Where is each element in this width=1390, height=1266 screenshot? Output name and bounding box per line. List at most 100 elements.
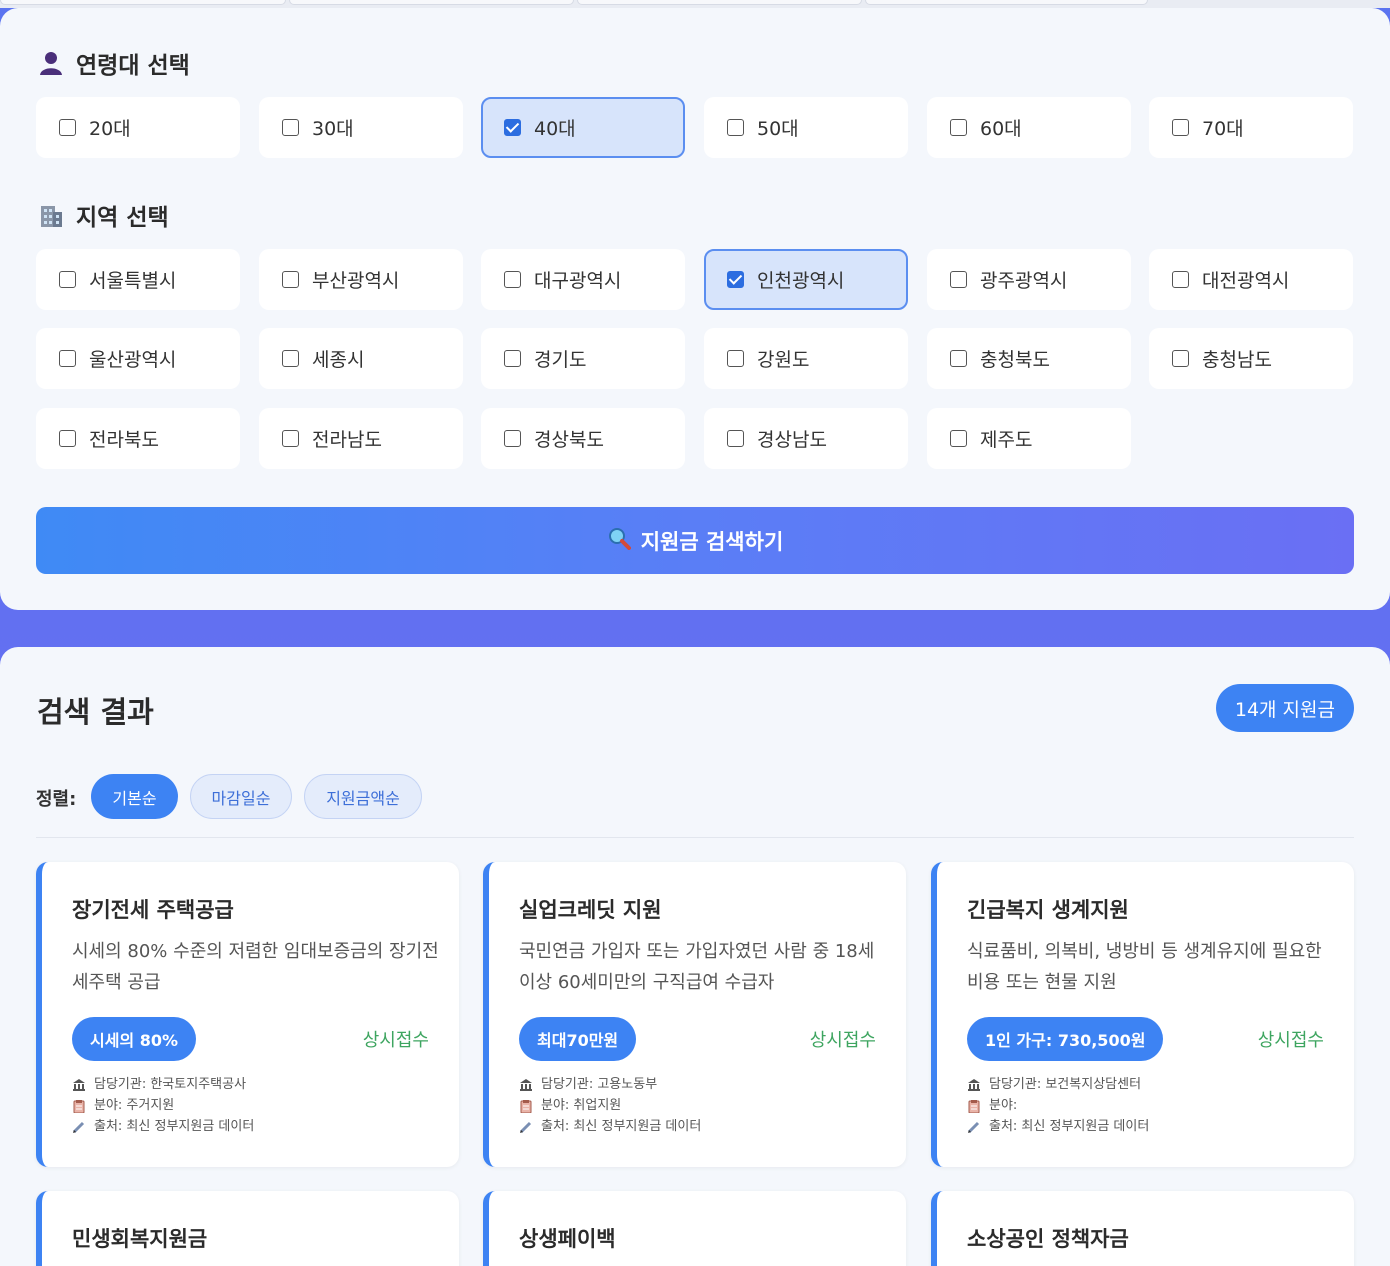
search-button-label: 지원금 검색하기 — [640, 529, 784, 554]
age-option[interactable]: 60대 — [927, 97, 1131, 158]
region-option[interactable]: 대구광역시 — [481, 249, 685, 310]
age-option[interactable]: 20대 — [36, 97, 240, 158]
region-option[interactable]: 경상남도 — [704, 408, 908, 469]
divider — [36, 837, 1354, 838]
support-card[interactable]: 긴급복지 생계지원 식료품비, 의복비, 냉방비 등 생계유지에 필요한 비용 또… — [931, 862, 1354, 1167]
region-checkbox[interactable] — [504, 271, 521, 288]
card-title: 실업크레딧 지원 — [519, 898, 662, 922]
search-button[interactable]: 지원금 검색하기 — [36, 507, 1354, 574]
card-amount-badge: 1인 가구: 730,500원 — [967, 1017, 1164, 1061]
region-checkbox[interactable] — [1172, 350, 1189, 367]
results-panel: 검색 결과 14개 지원금 정렬: 기본순 마감일순 지원금액순 장기전세 주택… — [0, 647, 1390, 1266]
region-checkbox[interactable] — [504, 430, 521, 447]
region-option[interactable]: 충청북도 — [927, 328, 1131, 389]
region-option[interactable]: 서울특별시 — [36, 249, 240, 310]
sort-default-button[interactable]: 기본순 — [91, 774, 178, 819]
region-option-label: 충청북도 — [980, 349, 1050, 371]
age-checkbox[interactable] — [950, 119, 967, 136]
age-section-label: 연령대 선택 — [76, 53, 190, 79]
region-option[interactable]: 충청남도 — [1149, 328, 1353, 389]
pen-icon — [72, 1120, 86, 1134]
region-option[interactable]: 울산광역시 — [36, 328, 240, 389]
sort-deadline-button[interactable]: 마감일순 — [190, 774, 292, 819]
region-checkbox[interactable] — [727, 430, 744, 447]
age-option[interactable]: 30대 — [259, 97, 463, 158]
age-section-title: 연령대 선택 — [38, 46, 190, 80]
region-checkbox[interactable] — [282, 430, 299, 447]
age-option[interactable]: 70대 — [1149, 97, 1353, 158]
region-option-label: 충청남도 — [1202, 349, 1272, 371]
region-option[interactable]: 부산광역시 — [259, 249, 463, 310]
region-option[interactable]: 대전광역시 — [1149, 249, 1353, 310]
region-checkbox[interactable] — [504, 350, 521, 367]
support-card[interactable]: 민생회복지원금 — [36, 1191, 459, 1266]
region-checkbox[interactable] — [282, 350, 299, 367]
card-amount-badge: 시세의 80% — [72, 1017, 197, 1061]
region-checkbox[interactable] — [950, 271, 967, 288]
card-source: 출처: 최신 정부지원금 데이터 — [541, 1119, 702, 1134]
pen-icon — [967, 1120, 981, 1134]
sort-amount-button[interactable]: 지원금액순 — [304, 774, 422, 819]
region-option[interactable]: 경기도 — [481, 328, 685, 389]
age-option[interactable]: 50대 — [704, 97, 908, 158]
browser-tab[interactable] — [0, 0, 286, 5]
region-checkbox[interactable] — [282, 271, 299, 288]
region-checkbox[interactable] — [727, 271, 744, 288]
region-option[interactable]: 광주광역시 — [927, 249, 1131, 310]
region-option[interactable]: 전라남도 — [259, 408, 463, 469]
clipboard-icon — [967, 1099, 981, 1113]
region-option[interactable]: 세종시 — [259, 328, 463, 389]
region-option[interactable]: 제주도 — [927, 408, 1131, 469]
pen-icon — [519, 1120, 533, 1134]
region-checkbox[interactable] — [727, 350, 744, 367]
card-agency: 담당기관: 보건복지상담센터 — [989, 1077, 1142, 1092]
age-option[interactable]: 40대 — [481, 97, 685, 158]
region-option-label: 강원도 — [757, 349, 810, 371]
age-checkbox[interactable] — [504, 119, 521, 136]
sort-label: 정렬: — [36, 789, 77, 810]
age-checkbox[interactable] — [282, 119, 299, 136]
region-option[interactable]: 인천광역시 — [704, 249, 908, 310]
age-option-label: 20대 — [89, 118, 131, 140]
browser-tab-strip — [0, 0, 1390, 8]
bank-icon — [72, 1078, 86, 1092]
card-meta: 담당기관: 보건복지상담센터 분야: 출처: 최신 정부지원금 데이터 — [967, 1074, 1149, 1137]
card-status: 상시접수 — [1257, 1030, 1324, 1051]
age-option-label: 50대 — [757, 118, 799, 140]
region-checkbox[interactable] — [950, 350, 967, 367]
age-checkbox[interactable] — [727, 119, 744, 136]
card-title: 긴급복지 생계지원 — [967, 898, 1129, 922]
browser-tab[interactable] — [289, 0, 574, 5]
support-card[interactable]: 장기전세 주택공급시세의 80% 수준의 저렴한 임대보증금의 장기전세주택 공… — [36, 862, 459, 1167]
region-option-label: 부산광역시 — [312, 270, 400, 292]
browser-tab[interactable] — [577, 0, 862, 5]
support-card[interactable]: 소상공인 정책자금 — [931, 1191, 1354, 1266]
clipboard-icon — [519, 1099, 533, 1113]
region-checkbox[interactable] — [1172, 271, 1189, 288]
region-option[interactable]: 전라북도 — [36, 408, 240, 469]
card-agency: 담당기관: 한국토지주택공사 — [94, 1077, 247, 1092]
card-title: 장기전세 주택공급 — [72, 898, 234, 922]
card-description: 시세의 80% 수준의 저렴한 임대보증금의 장기전세주택 공급 — [72, 941, 439, 993]
browser-tab[interactable] — [865, 0, 1148, 5]
region-checkbox[interactable] — [59, 271, 76, 288]
card-meta: 담당기관: 고용노동부 분야: 취업지원 출처: 최신 정부지원금 데이터 — [519, 1074, 701, 1137]
region-checkbox[interactable] — [950, 430, 967, 447]
age-option-label: 70대 — [1202, 118, 1244, 140]
region-option-label: 제주도 — [980, 429, 1033, 451]
region-option-label: 전라남도 — [312, 429, 382, 451]
region-checkbox[interactable] — [59, 430, 76, 447]
support-card[interactable]: 상생페이백 — [483, 1191, 906, 1266]
age-option-label: 30대 — [312, 118, 354, 140]
results-count-badge: 14개 지원금 — [1215, 684, 1354, 732]
age-checkbox[interactable] — [1172, 119, 1189, 136]
region-checkbox[interactable] — [59, 350, 76, 367]
region-option-label: 대구광역시 — [534, 270, 622, 292]
region-option[interactable]: 경상북도 — [481, 408, 685, 469]
region-option-label: 광주광역시 — [980, 270, 1068, 292]
age-checkbox[interactable] — [59, 119, 76, 136]
bank-icon — [967, 1078, 981, 1092]
support-card[interactable]: 실업크레딧 지원 국민연금 가입자 또는 가입자였던 사람 중 18세이상 60세… — [483, 862, 906, 1167]
magnifier-icon — [607, 526, 631, 555]
region-option[interactable]: 강원도 — [704, 328, 908, 389]
